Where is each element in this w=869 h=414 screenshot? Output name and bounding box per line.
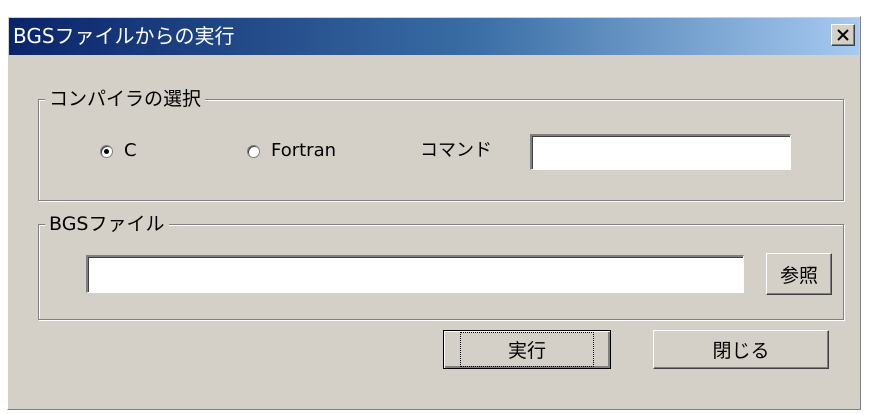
run-button-label: 実行	[459, 332, 595, 367]
browse-button[interactable]: 参照	[766, 253, 832, 295]
radio-option-c[interactable]: C	[100, 138, 137, 164]
radio-option-fortran[interactable]: Fortran	[247, 138, 336, 164]
bgs-file-group-legend: BGSファイル	[45, 212, 169, 236]
compiler-group-legend: コンパイラの選択	[45, 87, 206, 111]
radio-c-button[interactable]	[100, 144, 113, 158]
close-icon	[837, 29, 849, 41]
command-input[interactable]	[530, 134, 791, 170]
bgs-file-path-input[interactable]	[86, 255, 744, 293]
radio-fortran-button[interactable]	[247, 144, 260, 158]
close-window-button[interactable]	[831, 24, 855, 46]
radio-c-label: C	[124, 140, 137, 161]
close-button-label: 閉じる	[712, 340, 770, 362]
title-bar[interactable]: BGSファイルからの実行	[9, 18, 859, 55]
radio-fortran-label: Fortran	[271, 140, 337, 161]
dialog-window: BGSファイルからの実行 コンパイラの選択 C Fortran コマンド BGS…	[7, 16, 861, 410]
window-title: BGSファイルからの実行	[13, 24, 235, 48]
run-button[interactable]: 実行	[443, 330, 611, 369]
compiler-groupbox: コンパイラの選択 C Fortran コマンド	[38, 87, 844, 201]
close-button[interactable]: 閉じる	[653, 330, 829, 369]
bgs-file-groupbox: BGSファイル 参照	[38, 212, 844, 320]
command-label: コマンド	[420, 140, 492, 161]
browse-button-label: 参照	[779, 264, 818, 287]
